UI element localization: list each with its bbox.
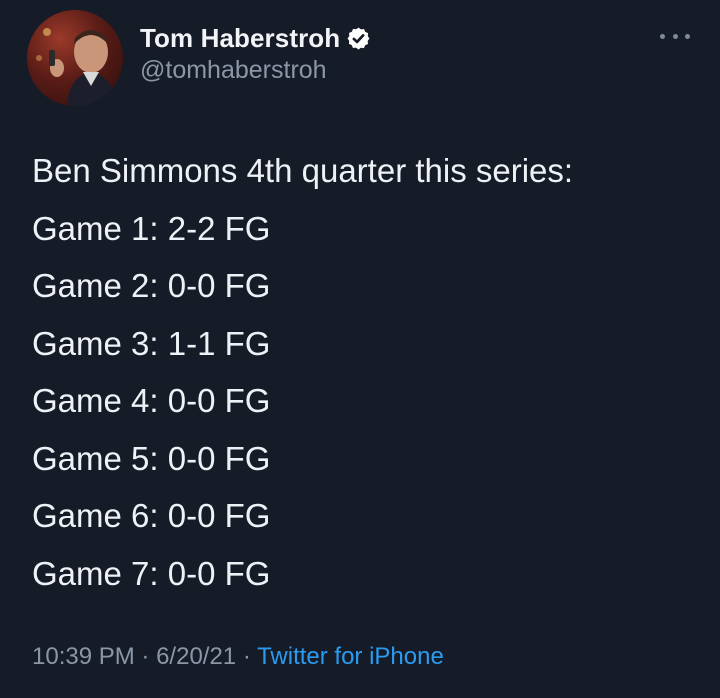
meta-separator: · [242, 643, 251, 670]
more-dot [660, 33, 665, 39]
tweet-text: Ben Simmons 4th quarter this series: Gam… [32, 142, 702, 602]
author-handle[interactable]: @tomhaberstroh [140, 56, 327, 85]
tweet-text-line: Ben Simmons 4th quarter this series: [32, 152, 574, 189]
tweet-text-line: Game 6: 0-0 FG [32, 497, 271, 534]
more-horizontal-icon[interactable] [660, 30, 690, 42]
tweet-source-link[interactable]: Twitter for iPhone [257, 643, 444, 670]
tweet-date[interactable]: 6/20/21 [156, 643, 236, 670]
tweet-text-line: Game 2: 0-0 FG [32, 267, 271, 304]
more-dot [685, 33, 690, 39]
tweet-text-line: Game 4: 0-0 FG [32, 382, 271, 419]
more-dot [672, 33, 678, 39]
meta-separator: · [141, 643, 150, 670]
author-avatar[interactable] [27, 10, 123, 106]
tweet-text-line: Game 1: 2-2 FG [32, 209, 271, 247]
tweet-time[interactable]: 10:39 PM [32, 643, 135, 670]
tweet-text-line: Game 3: 1-1 FG [32, 324, 271, 362]
author-display-name[interactable]: Tom Haberstroh [140, 23, 340, 54]
tweet-card: Tom Haberstroh @tomhaberstroh Ben Simmon… [0, 0, 720, 698]
tweet-meta: 10:39 PM · 6/20/21 · Twitter for iPhone [32, 643, 444, 671]
author-name-row[interactable]: Tom Haberstroh [140, 18, 371, 58]
tweet-text-line: Game 7: 0-0 FG [32, 554, 271, 592]
tweet-text-line: Game 5: 0-0 FG [32, 439, 271, 477]
verified-badge-icon [347, 27, 370, 49]
